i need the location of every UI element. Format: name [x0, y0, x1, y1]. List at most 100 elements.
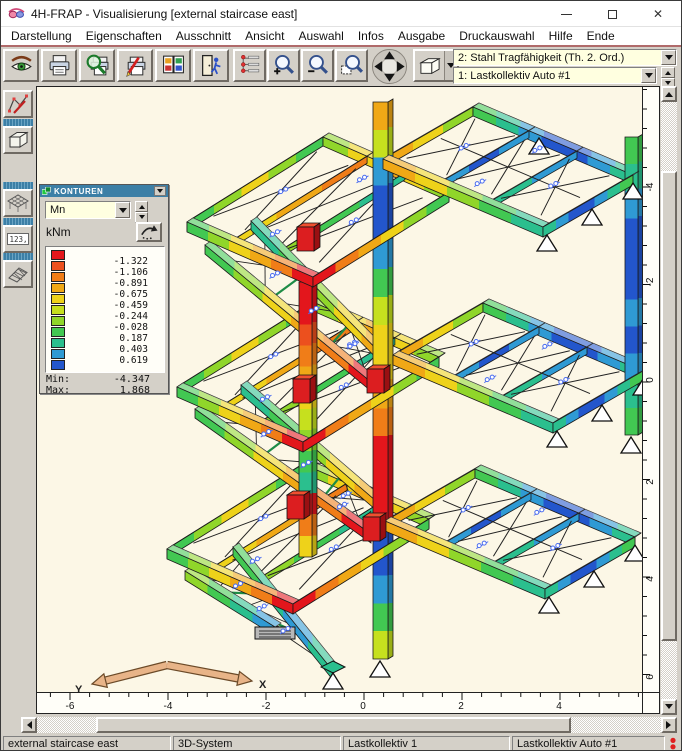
- zoom-out-icon: [305, 53, 330, 78]
- konturen-titlebar[interactable]: KONTUREN: [40, 185, 168, 197]
- konturen-menu-button[interactable]: [154, 186, 166, 196]
- legend-swatch: [51, 327, 65, 337]
- window-title: 4H-FRAP - Visualisierung [external stair…: [31, 7, 297, 21]
- horizontal-scroll-thumb[interactable]: [96, 717, 571, 733]
- horizontal-ruler: -6-4-2024: [36, 693, 643, 714]
- loadcase-select[interactable]: 1: Lastkollektiv Auto #1: [453, 67, 657, 84]
- ruler-label: 2: [449, 701, 473, 712]
- loadcase-value: 1: Lastkollektiv Auto #1: [454, 70, 641, 82]
- legend-swatch: [51, 261, 65, 271]
- legend-value: 0.403: [74, 344, 148, 355]
- min-value: -4.347: [70, 374, 164, 385]
- tree-structure-button[interactable]: [233, 49, 266, 82]
- max-value: 1.868: [70, 385, 164, 396]
- result-set-dropdown[interactable]: [661, 50, 676, 65]
- load-mesh-palette-titlebar[interactable]: [3, 253, 33, 260]
- svg-text:123,: 123,: [10, 235, 28, 244]
- menubar: DarstellungEigenschaftenAusschnittAnsich…: [1, 27, 681, 45]
- scroll-left-button[interactable]: [21, 717, 37, 733]
- legend-swatch: [51, 294, 65, 304]
- menu-item-hilfe[interactable]: Hilfe: [542, 28, 580, 44]
- load-mesh-icon: [6, 262, 30, 286]
- page-catalog-button[interactable]: [155, 49, 191, 82]
- numbering-palette-titlebar[interactable]: [3, 218, 33, 225]
- view-3d-box-button[interactable]: [3, 126, 33, 154]
- numbering-button[interactable]: 123,: [3, 225, 33, 253]
- legend-swatch: [51, 272, 65, 282]
- quantity-spinner[interactable]: [135, 201, 148, 219]
- zoom-window-button[interactable]: [335, 49, 368, 82]
- legend-swatch: [51, 338, 65, 348]
- menu-item-ansicht[interactable]: Ansicht: [238, 28, 291, 44]
- close-button[interactable]: ✕: [635, 1, 681, 27]
- legend-swatch: [51, 283, 65, 293]
- edit-polyline-button[interactable]: [3, 90, 33, 118]
- zoom-window-icon: [339, 53, 364, 78]
- vertical-ruler: -4-20246: [643, 86, 660, 693]
- legend-swatch: [51, 349, 65, 359]
- konturen-icon: [42, 187, 51, 195]
- exit-door-icon: [199, 53, 224, 78]
- statusbar: external staircase east3D-SystemLastkoll…: [1, 735, 681, 751]
- quantity-select[interactable]: Mn: [45, 201, 131, 219]
- menu-item-auswahl[interactable]: Auswahl: [291, 28, 350, 44]
- horizontal-scrollbar[interactable]: [21, 717, 677, 733]
- mesh-grid-icon: [6, 191, 30, 215]
- mesh-grid-palette-titlebar[interactable]: [3, 182, 33, 189]
- load-mesh-button[interactable]: [3, 260, 33, 288]
- legend-swatch: [51, 250, 65, 260]
- status-field: 3D-System: [173, 736, 341, 751]
- titlebar: 4H-FRAP - Visualisierung [external stair…: [1, 1, 681, 27]
- menu-item-ausschnitt[interactable]: Ausschnitt: [169, 28, 238, 44]
- loadcase-spinner-up[interactable]: [661, 67, 675, 78]
- mesh-grid-button[interactable]: [3, 189, 33, 217]
- ruler-label: -2: [645, 274, 657, 290]
- vertical-scrollbar[interactable]: [661, 86, 677, 715]
- legend-swatch: [51, 305, 65, 315]
- pan-navigation-pad[interactable]: [371, 48, 408, 85]
- scroll-down-button[interactable]: [661, 699, 677, 715]
- menu-item-druckauswahl[interactable]: Druckauswahl: [452, 28, 541, 44]
- scroll-up-button[interactable]: [661, 86, 677, 102]
- app-window: 4H-FRAP - Visualisierung [external stair…: [0, 0, 682, 751]
- quantity-dropdown[interactable]: [115, 202, 130, 218]
- legend-value: -1.322: [74, 256, 148, 267]
- menu-item-darstellung[interactable]: Darstellung: [4, 28, 79, 44]
- print-settings-button[interactable]: [117, 49, 153, 82]
- vertical-scroll-thumb[interactable]: [661, 171, 677, 641]
- menu-item-eigenschaften[interactable]: Eigenschaften: [79, 28, 169, 44]
- scroll-right-button[interactable]: [661, 717, 677, 733]
- status-field: Lastkollektiv 1: [343, 736, 510, 751]
- loadcase-dropdown[interactable]: [641, 68, 656, 83]
- loadcase-spinner[interactable]: [661, 67, 675, 84]
- print-preview-button[interactable]: [79, 49, 115, 82]
- menu-item-ende[interactable]: Ende: [580, 28, 622, 44]
- eye-view-icon: [9, 53, 34, 78]
- recording-indicator: [669, 737, 677, 750]
- unit-cycle-button[interactable]: [136, 222, 162, 242]
- max-label: Max:: [46, 385, 70, 396]
- ruler-label: 6: [645, 669, 657, 685]
- menu-item-infos[interactable]: Infos: [351, 28, 391, 44]
- zoom-out-button[interactable]: [301, 49, 334, 82]
- legend-max-row: Max: 1.868: [46, 385, 164, 396]
- unit-label: kNm: [46, 225, 71, 239]
- legend-value: -0.459: [74, 300, 148, 311]
- eye-view-button[interactable]: [3, 49, 39, 82]
- ruler-label: 0: [645, 372, 657, 388]
- quantity-spinner-up[interactable]: [135, 201, 148, 212]
- result-set-select[interactable]: 2: Stahl Tragfähigkeit (Th. 2. Ord.): [453, 49, 677, 66]
- maximize-button[interactable]: [589, 1, 635, 27]
- minimize-button[interactable]: [543, 1, 589, 27]
- menu-item-ausgabe[interactable]: Ausgabe: [391, 28, 452, 44]
- exit-door-button[interactable]: [193, 49, 229, 82]
- konturen-title: KONTUREN: [54, 187, 103, 196]
- zoom-in-button[interactable]: [267, 49, 300, 82]
- print-button[interactable]: [41, 49, 77, 82]
- legend-swatch: [51, 316, 65, 326]
- view-3d-box-palette-titlebar[interactable]: [3, 119, 33, 126]
- app-icon: [8, 5, 25, 22]
- ruler-label: -2: [254, 701, 278, 712]
- result-set-value: 2: Stahl Tragfähigkeit (Th. 2. Ord.): [454, 52, 661, 64]
- ruler-label: 0: [351, 701, 375, 712]
